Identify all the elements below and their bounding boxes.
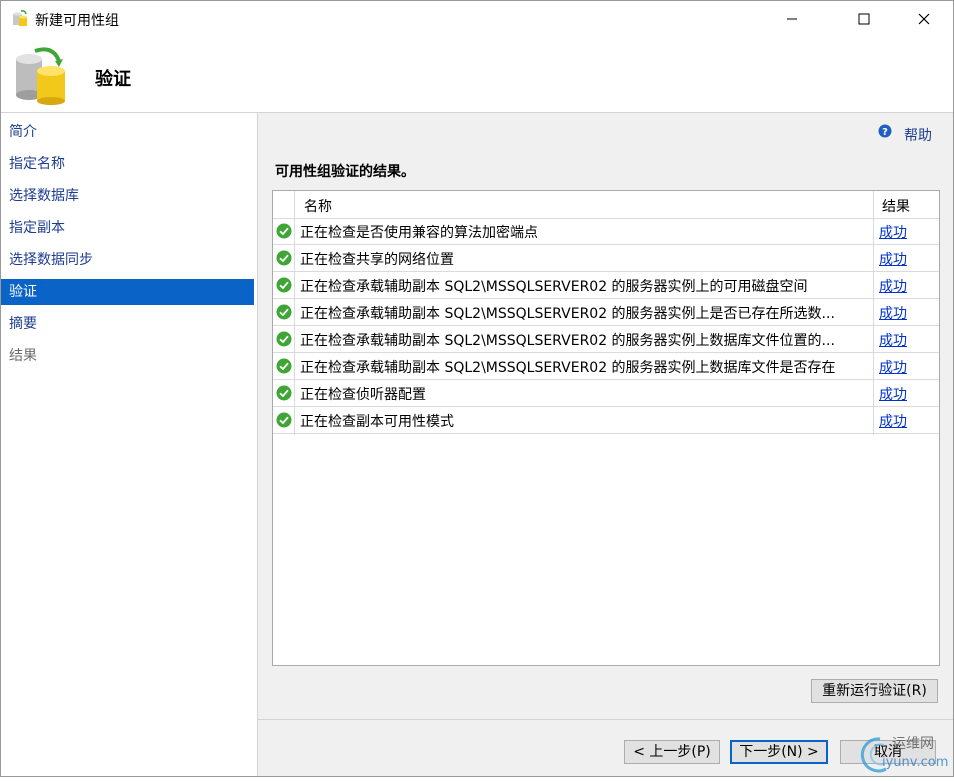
check-message: 正在检查共享的网络位置 — [300, 252, 454, 268]
help-label: 帮助 — [904, 128, 932, 144]
result-row[interactable]: 正在检查承载辅助副本 SQL2\MSSQLSERVER02 的服务器实例上数据库… — [273, 353, 939, 380]
nav-item-select-databases[interactable]: 选择数据库 — [1, 183, 254, 209]
window-title: 新建可用性组 — [35, 13, 119, 29]
close-button[interactable] — [901, 1, 947, 37]
page-header: 验证 — [1, 37, 953, 113]
database-app-icon — [11, 9, 29, 27]
result-row[interactable]: 正在检查是否使用兼容的算法加密端点 成功 — [273, 218, 939, 245]
nav-item-specify-replicas[interactable]: 指定副本 — [1, 215, 254, 241]
check-message: 正在检查承载辅助副本 SQL2\MSSQLSERVER02 的服务器实例上是否已… — [300, 306, 835, 322]
rerun-validation-button[interactable]: 重新运行验证(R) — [811, 679, 938, 703]
maximize-button[interactable] — [841, 1, 887, 37]
maximize-icon — [858, 13, 870, 25]
wizard-footer: < 上一步(P) 下一步(N) > 取消 — [258, 719, 953, 776]
check-message: 正在检查承载辅助副本 SQL2\MSSQLSERVER02 的服务器实例上的可用… — [300, 279, 808, 295]
success-check-icon — [276, 412, 292, 428]
page-title: 验证 — [95, 69, 131, 90]
availability-group-icon — [11, 43, 73, 105]
nav-item-data-sync[interactable]: 选择数据同步 — [1, 247, 254, 273]
results-heading: 可用性组验证的结果。 — [275, 164, 415, 180]
success-check-icon — [276, 277, 292, 293]
nav-item-specify-name[interactable]: 指定名称 — [1, 151, 254, 177]
result-link[interactable]: 成功 — [879, 249, 907, 269]
grid-header: 名称 结果 — [273, 191, 939, 219]
check-message: 正在检查侦听器配置 — [300, 387, 426, 403]
success-check-icon — [276, 385, 292, 401]
nav-item-summary[interactable]: 摘要 — [1, 311, 254, 337]
validation-results-grid: 名称 结果 正在检查是否使用兼容的算法加密端点 成功 正在检查共享的网络位置 成功 正在… — [272, 190, 940, 666]
check-message: 正在检查承载辅助副本 SQL2\MSSQLSERVER02 的服务器实例上数据库… — [300, 333, 835, 349]
svg-text:?: ? — [882, 127, 888, 138]
check-message: 正在检查是否使用兼容的算法加密端点 — [300, 225, 538, 241]
result-link[interactable]: 成功 — [879, 330, 907, 350]
nav-item-results: 结果 — [9, 348, 37, 364]
result-row[interactable]: 正在检查侦听器配置 成功 — [273, 380, 939, 407]
title-bar: 新建可用性组 — [1, 1, 953, 37]
check-message: 正在检查承载辅助副本 SQL2\MSSQLSERVER02 的服务器实例上数据库… — [300, 360, 836, 376]
result-link[interactable]: 成功 — [879, 411, 907, 431]
success-check-icon — [276, 331, 292, 347]
wizard-window: 新建可用性组 验证 简介 指定名称 选择数据库 指定副本 选择数据同步 验证 摘… — [0, 0, 954, 777]
result-row[interactable]: 正在检查承载辅助副本 SQL2\MSSQLSERVER02 的服务器实例上的可用… — [273, 272, 939, 299]
result-link[interactable]: 成功 — [879, 222, 907, 242]
previous-button[interactable]: < 上一步(P) — [624, 740, 720, 764]
result-link[interactable]: 成功 — [879, 276, 907, 296]
nav-item-introduction[interactable]: 简介 — [1, 119, 254, 145]
result-link[interactable]: 成功 — [879, 303, 907, 323]
close-icon — [918, 13, 930, 25]
main-content: ? 帮助 可用性组验证的结果。 名称 结果 正在检查是否使用兼容的算法加密端点成… — [258, 113, 953, 719]
wizard-nav: 简介 指定名称 选择数据库 指定副本 选择数据同步 验证 摘要 结果 — [1, 113, 258, 776]
watermark-text-cn: 运维网 — [892, 736, 934, 752]
success-check-icon — [276, 250, 292, 266]
success-check-icon — [276, 358, 292, 374]
column-header-name[interactable]: 名称 — [304, 196, 332, 216]
result-row[interactable]: 正在检查共享的网络位置 成功 — [273, 245, 939, 272]
success-check-icon — [276, 223, 292, 239]
result-row[interactable]: 正在检查承载辅助副本 SQL2\MSSQLSERVER02 的服务器实例上数据库… — [273, 326, 939, 353]
success-check-icon — [276, 304, 292, 320]
check-message: 正在检查副本可用性模式 — [300, 414, 454, 430]
minimize-icon — [787, 18, 797, 20]
result-row[interactable]: 正在检查副本可用性模式 成功 — [273, 407, 939, 434]
watermark-text-en: iyunv.com — [882, 755, 949, 770]
column-header-result[interactable]: 结果 — [882, 196, 910, 216]
result-row[interactable]: 正在检查承载辅助副本 SQL2\MSSQLSERVER02 的服务器实例上是否已… — [273, 299, 939, 326]
next-button[interactable]: 下一步(N) > — [730, 740, 828, 764]
minimize-button[interactable] — [769, 1, 815, 37]
result-link[interactable]: 成功 — [879, 384, 907, 404]
watermark-logo: 运维网 iyunv.com — [858, 733, 954, 777]
help-icon: ? — [878, 124, 892, 138]
nav-item-validation[interactable]: 验证 — [1, 279, 254, 305]
result-link[interactable]: 成功 — [879, 357, 907, 377]
